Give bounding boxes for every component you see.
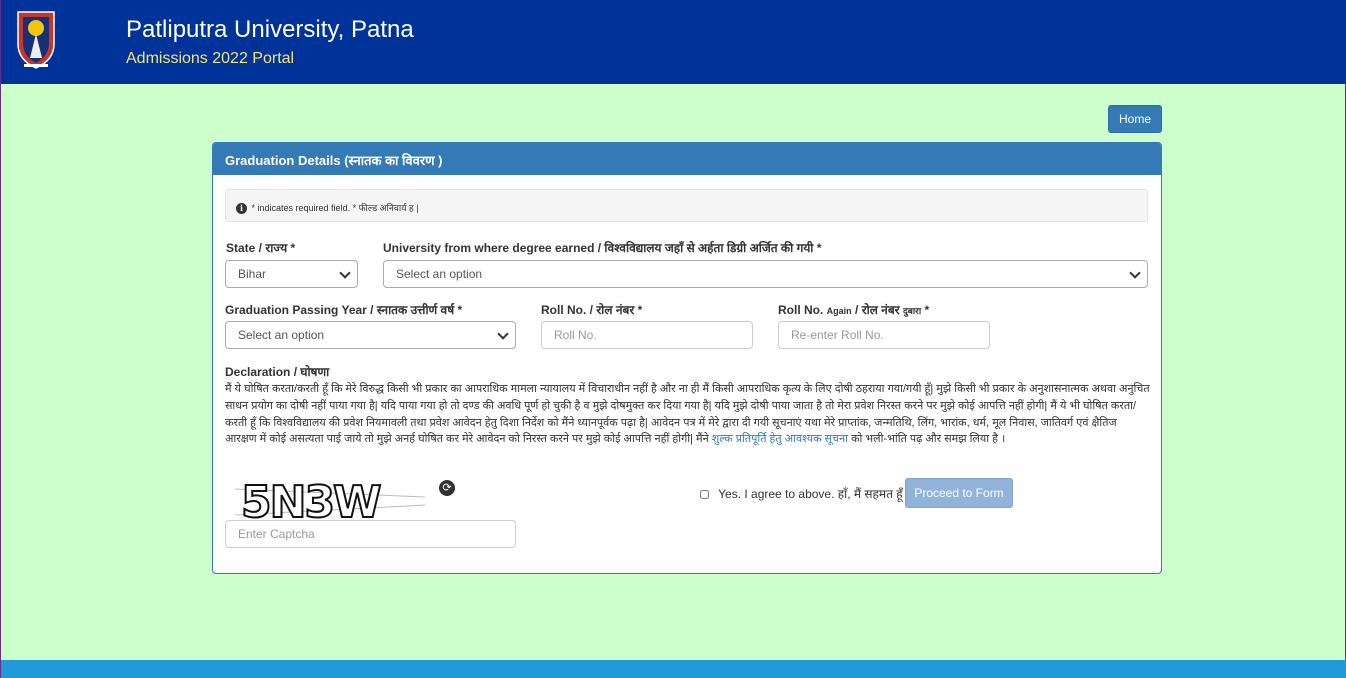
captcha-input[interactable]: Enter Captcha	[225, 520, 516, 548]
university-label: University from where degree earned / वि…	[383, 241, 822, 255]
graduation-details-panel: Graduation Details (स्नातक का विवरण ) i …	[212, 142, 1162, 574]
declaration-body: मैं ये घोषित करता/करती हूँ कि मेरे विरुद…	[225, 383, 1150, 446]
roll-no-again-label-small2: दुबारा	[902, 306, 922, 316]
passing-year-select-value: Select an option	[238, 328, 325, 342]
chevron-down-icon	[497, 328, 509, 340]
state-select-value: Bihar	[238, 267, 267, 281]
declaration-end: को भली-भांति पढ़ और समझ लिया है ।	[851, 433, 1006, 446]
site-subtitle: Admissions 2022 Portal	[126, 50, 295, 67]
footer-bar	[1, 660, 1346, 678]
state-select[interactable]: Bihar	[225, 260, 358, 288]
agree-label: Yes. I agree to above. हाँ, मैं सहमत हूँ	[718, 487, 903, 501]
svg-text:5N3W: 5N3W	[241, 477, 381, 523]
roll-no-again-input[interactable]: Re-enter Roll No.	[778, 321, 990, 349]
declaration-title: Declaration / घोषणा	[225, 365, 330, 379]
roll-no-label: Roll No. / रोल नंबर *	[541, 303, 643, 317]
roll-no-input[interactable]: Roll No.	[541, 321, 753, 349]
chevron-down-icon	[339, 267, 351, 279]
roll-no-again-label-small: Again	[826, 306, 852, 316]
roll-no-again-label-b: / रोल नंबर	[851, 303, 903, 317]
refresh-captcha-icon[interactable]: ⟳	[439, 480, 455, 496]
chevron-down-icon	[1129, 267, 1141, 279]
proceed-to-form-button[interactable]: Proceed to Form	[905, 478, 1013, 508]
required-info-box: i * indicates required field. * फील्ड अन…	[225, 189, 1148, 222]
captcha-image: 5N3W	[235, 477, 425, 523]
panel-title: Graduation Details (स्नातक का विवरण )	[213, 143, 1161, 175]
state-label: State / राज्य *	[226, 241, 296, 255]
roll-no-again-label-a: Roll No.	[778, 303, 827, 317]
university-select[interactable]: Select an option	[383, 260, 1148, 288]
fee-reimbursement-link[interactable]: शुल्क प्रतिपूर्ति हेतु आवश्यक सूचना	[712, 433, 848, 445]
declaration-text: मैं ये घोषित करता/करती हूँ कि मेरे विरुद…	[225, 381, 1151, 448]
passing-year-select[interactable]: Select an option	[225, 321, 516, 349]
info-icon: i	[236, 203, 247, 215]
home-button[interactable]: Home	[1108, 105, 1162, 133]
passing-year-label: Graduation Passing Year / स्नातक उत्तीर्…	[225, 303, 463, 317]
site-title: Patliputra University, Patna	[126, 16, 414, 43]
agree-checkbox[interactable]	[700, 490, 709, 500]
roll-no-again-label-c: *	[921, 303, 930, 317]
site-header: Patliputra University, Patna Admissions …	[1, 0, 1346, 84]
university-select-value: Select an option	[396, 267, 483, 281]
university-logo-icon	[17, 11, 55, 69]
agree-checkbox-group: Yes. I agree to above. हाँ, मैं सहमत हूँ	[700, 485, 903, 502]
required-info-text: * indicates required field. * फील्ड अनिव…	[251, 203, 419, 213]
roll-no-again-label: Roll No. Again / रोल नंबर दुबारा *	[778, 301, 929, 318]
